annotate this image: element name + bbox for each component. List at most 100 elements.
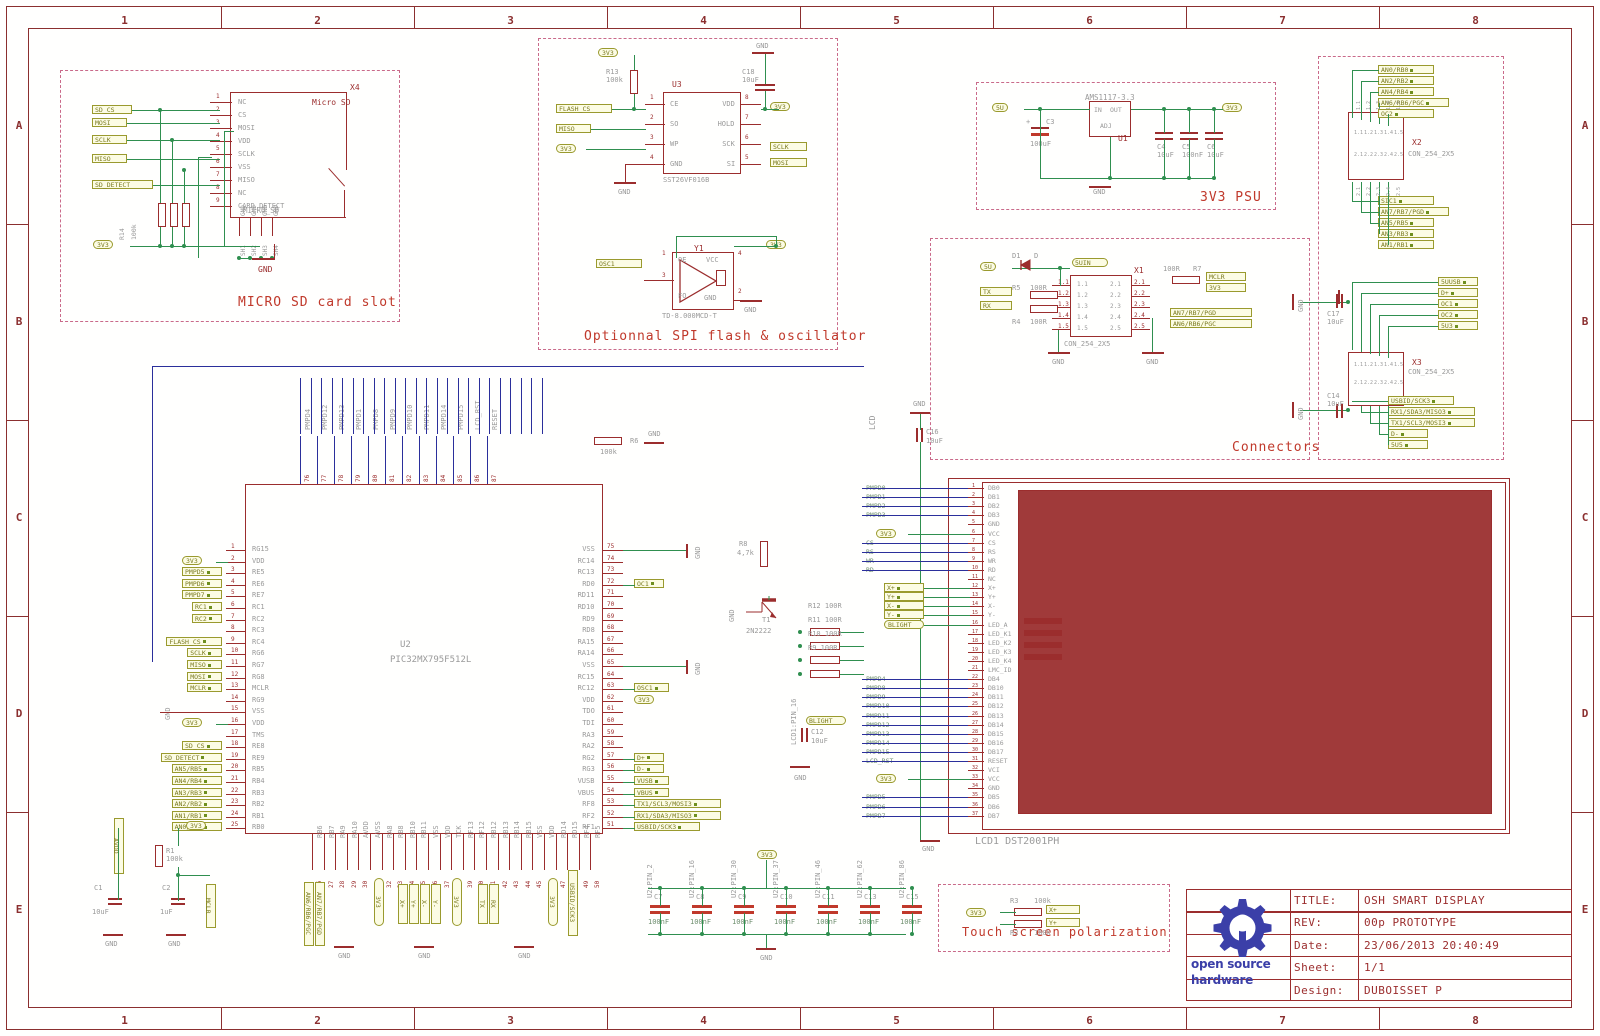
- lcd-net-wire: [862, 679, 968, 681]
- flash-net-left-wire: [590, 129, 646, 130]
- lcd-pin-name: VCC: [988, 775, 1000, 784]
- resistor-r3-value: 100k: [1034, 897, 1051, 905]
- decoupling-wire-top: [828, 888, 829, 906]
- lcd-net-wire: [862, 488, 968, 489]
- lcd-led-bar-2: [1024, 630, 1062, 636]
- mcu-bottom-pin-num: 43: [513, 880, 521, 888]
- touch-wire-2: [1000, 924, 1016, 925]
- psu-gnd-label: GND: [1093, 188, 1106, 196]
- resistor-r14-value: 100k: [130, 224, 138, 240]
- frame-col-tick: [414, 1008, 416, 1030]
- lcd-pin-name: LED_A: [988, 620, 1008, 629]
- mcu-top-lead: [300, 436, 301, 484]
- x1-gnd-wire-r: [1152, 318, 1153, 354]
- mcu-right-lead: [603, 608, 623, 609]
- sd-body-edge-bottom: [344, 190, 346, 218]
- frame-row-label: E: [15, 903, 23, 916]
- u3-left-pin-lead: [645, 144, 665, 145]
- mcu-bottom-gnd-sym-2: [414, 946, 434, 948]
- mcu-bottom-net-5: X-: [420, 884, 430, 924]
- title-block-key: Date:: [1294, 938, 1330, 952]
- mcu-right-pin-name: VBUS: [577, 788, 595, 797]
- mcu-right-lead: [603, 816, 623, 818]
- x3-ref: X3: [1412, 358, 1422, 367]
- frame-row-label: D: [1581, 707, 1589, 720]
- u3-left-pin-name: WP: [670, 140, 679, 148]
- mcu-left-lead: [226, 747, 246, 749]
- title-block-key: Design:: [1294, 983, 1344, 997]
- y1-pin-fo: FO: [678, 292, 687, 300]
- x2-bot-pinnum: 2.5: [1396, 186, 1402, 196]
- x2-ref: X2: [1412, 138, 1422, 147]
- lcd-pin-name: GND: [988, 520, 1000, 529]
- sd-net-wire: [152, 185, 220, 186]
- sd-pin-name: VSS: [238, 163, 251, 171]
- diode-d1-value: D: [1034, 252, 1039, 260]
- lcd-pin-name: DB10: [988, 684, 1004, 693]
- x3-device: CON_254_2X5: [1408, 368, 1455, 376]
- x3-net-top-2: OC1: [1438, 299, 1478, 308]
- mcu-top-lead: [317, 436, 318, 484]
- cap-wire-top: [1164, 109, 1165, 133]
- lcd-bus-label: LCD: [868, 415, 877, 430]
- mcu-left-pin-num: 11: [231, 659, 239, 666]
- mcu-right-pin-name: RC13: [577, 568, 595, 577]
- mcu-right-pin-num: 75: [607, 543, 615, 550]
- mcu-right-gnd-wire: [623, 550, 687, 551]
- lcd-pin-lead: [968, 697, 984, 699]
- r1-supply-3v3: 3V3: [186, 821, 206, 830]
- resistor-r2-label: R2: [1010, 929, 1019, 937]
- mcu-right-pin-num: 67: [607, 635, 615, 643]
- cap-c1-p1: [108, 898, 122, 900]
- mcu-right-net: USBID/SCK3: [634, 822, 700, 832]
- mcu-right-net-wire: [623, 828, 635, 830]
- mcu-right-pin-name: VSS: [582, 661, 595, 669]
- mcu-top-pin-label: PMPD10: [406, 404, 414, 430]
- y1-gnd-label: GND: [744, 306, 757, 314]
- sd-net-wire: [132, 110, 220, 111]
- lcd-net-wire: [862, 515, 968, 517]
- lcd-touch-wire: [924, 597, 970, 599]
- lcd-pin-lead: [968, 779, 984, 781]
- resistor-r5: [1030, 291, 1058, 299]
- lcd-supply-wire: [908, 779, 970, 781]
- lcd-pin-lead: [968, 706, 984, 708]
- c18-gnd-label: GND: [756, 42, 769, 50]
- x2-top-pinnum: 1.3: [1376, 100, 1382, 110]
- mcu-bottom-pin-num: 44: [524, 880, 532, 888]
- mcu-right-pin-name: RC14: [577, 556, 595, 565]
- cap-wire-top: [1214, 109, 1215, 133]
- lcd-net-wire: [862, 497, 968, 499]
- x3-wire-drop: [1352, 282, 1353, 350]
- frame-col-tick: [607, 6, 609, 28]
- cap-c3-polarity: +: [1026, 118, 1031, 126]
- frame-col-tick: [607, 1008, 609, 1030]
- sd-pin-lead: [210, 206, 232, 207]
- mcu-right-pin-name: RA3: [582, 730, 595, 739]
- flash-net-left-0: FLASH_CS: [556, 104, 612, 113]
- x1-left-pin: 1.4: [1077, 314, 1088, 321]
- mcu-top-bus-line: [342, 378, 343, 434]
- decoupling-value: 100nF: [648, 918, 670, 926]
- cap-value: 100nF: [1182, 151, 1204, 159]
- x1-gnd-symbol-left: [1048, 352, 1070, 354]
- r1-junction: [176, 873, 180, 877]
- mcu-right-lead: [603, 793, 623, 795]
- lcd-touch-wire: [924, 588, 970, 590]
- flash-net-left-1: MISO: [556, 124, 591, 133]
- decoupling-ref: C9: [738, 893, 747, 901]
- x3-net-top-3: OC2: [1438, 310, 1478, 319]
- mcu-bottom-pin-num: 29: [350, 880, 358, 888]
- mcu-left-net: SD_DETECT: [161, 752, 222, 762]
- sd-vdd-wire-h: [224, 131, 234, 132]
- lcd-pin-name: DB1: [988, 493, 1000, 502]
- x3-net-bottom-1: RX1/SDA3/MISO3: [1388, 407, 1475, 416]
- resistor-r2-value: 100k: [1034, 929, 1051, 937]
- mcu-left-pin-name: TMS: [252, 730, 265, 739]
- x2-bot-pinnum: 2.1: [1356, 186, 1362, 196]
- lcd-pin-name: DB4: [988, 675, 1000, 684]
- lcd-pin-lead: [968, 670, 984, 671]
- mcu-top-bus-line: [531, 378, 532, 434]
- mcu-bottom-lead: [404, 834, 406, 870]
- mcu-bottom-lead: [567, 834, 569, 870]
